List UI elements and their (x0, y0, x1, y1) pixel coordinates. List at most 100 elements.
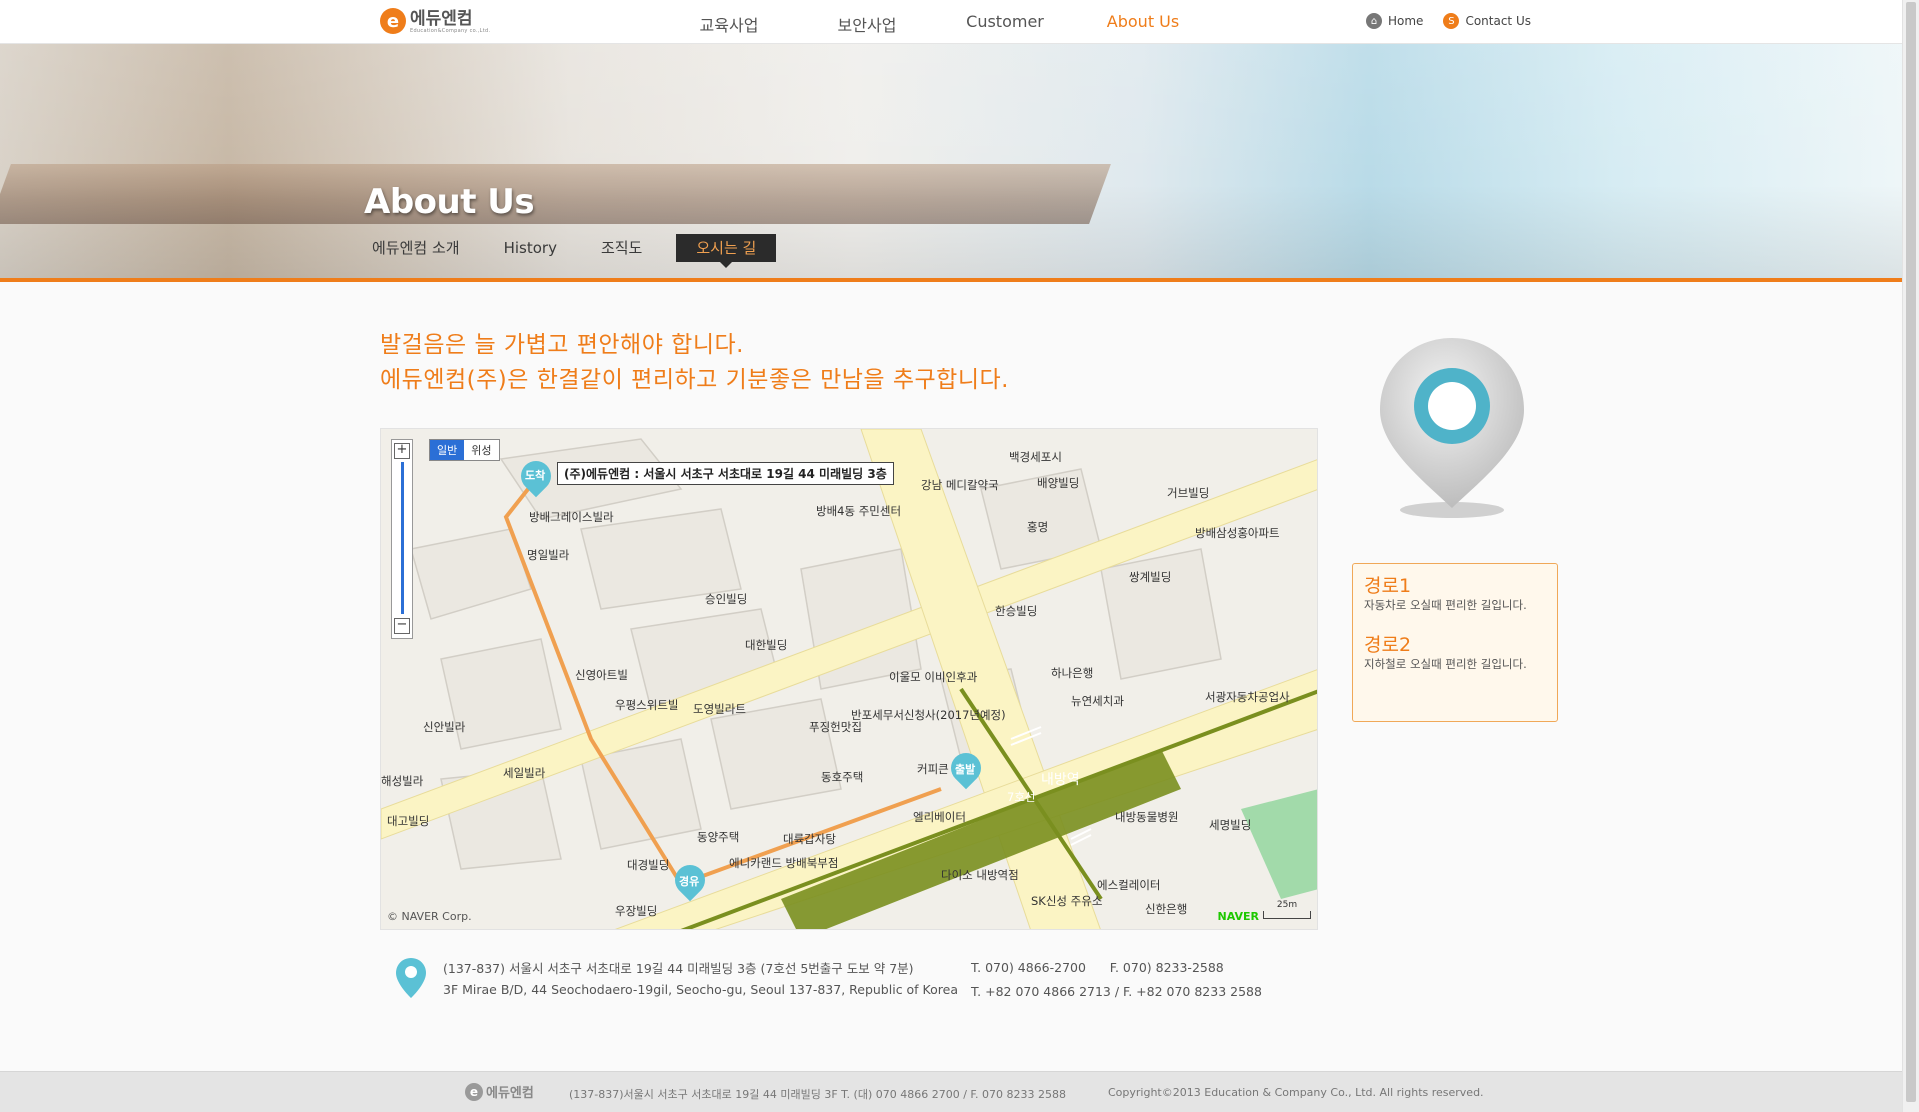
map-label: 홍명 (1027, 520, 1049, 534)
map-scale: 25m (1263, 901, 1311, 919)
map-copyright: © NAVER Corp. (387, 910, 472, 923)
headline-line-2: 에듀엔컴(주)은 한결같이 편리하고 기분좋은 만남을 추구합니다. (380, 367, 1009, 393)
map-label: 쌍계빌딩 (1129, 570, 1172, 584)
map-label: 대한빌딩 (745, 638, 788, 652)
nav-item-education[interactable]: 교육사업 (660, 12, 798, 36)
map-label: 동호주택 (821, 770, 864, 784)
headline-line-1: 발걸음은 늘 가볍고 편안해야 합니다. (380, 332, 744, 358)
map-label: 승인빌딩 (705, 592, 748, 606)
map-scale-label: 25m (1276, 900, 1298, 910)
sub-navigation: 에듀엔컴 소개 History 조직도 오시는 길 (362, 234, 800, 268)
map-label: 한승빌딩 (995, 604, 1038, 618)
map-label: 푸징헌맛집 (809, 720, 862, 734)
tab-directions[interactable]: 오시는 길 (676, 234, 777, 268)
tab-organization[interactable]: 조직도 (591, 234, 652, 262)
route-1-title[interactable]: 경로1 (1364, 574, 1546, 598)
map-label: 에스컬레이터 (1097, 878, 1161, 892)
map-label: 커피큰 (917, 762, 949, 776)
map-type-normal[interactable]: 일반 (430, 440, 465, 460)
logo-e-icon: e (380, 8, 406, 34)
home-icon: ⌂ (1366, 13, 1382, 29)
banner-divider (0, 278, 1902, 282)
map-label: 방배4동 주민센터 (816, 504, 902, 518)
home-link[interactable]: ⌂ Home (1366, 13, 1423, 29)
map-label: 신안빌라 (423, 720, 466, 734)
utility-nav: ⌂ Home S Contact Us (1366, 13, 1531, 29)
headline: 발걸음은 늘 가볍고 편안해야 합니다. 에듀엔컴(주)은 한결같이 편리하고 … (380, 328, 1009, 398)
map-label: 대륙갑자탕 (783, 832, 836, 846)
map-label: 이울모 이비인후과 (889, 670, 978, 684)
map-label: 세일빌라 (503, 766, 546, 780)
contact-link-label: Contact Us (1465, 14, 1531, 28)
map-label: 세명빌딩 (1209, 818, 1252, 832)
route-2-desc: 지하철로 오실때 편리한 길입니다. (1364, 657, 1527, 671)
main-nav: 교육사업 보안사업 Customer About Us (660, 12, 1212, 36)
map-label: 대경빌딩 (627, 858, 670, 872)
address-pin-icon (396, 958, 426, 998)
page-title: About Us (364, 182, 535, 222)
map-label: 신영아트빌 (575, 668, 628, 682)
map-label: 도영빌라트 (693, 702, 746, 716)
map-label: 하나은행 (1051, 666, 1094, 680)
map-label: 명일빌라 (527, 548, 570, 562)
brand-logo[interactable]: e 에듀엔컴 Education&Company co.,Ltd. (380, 8, 490, 34)
zoom-control: + − (391, 439, 413, 639)
footer-address: (137-837)서울시 서초구 서초대로 19길 44 미래빌딩 3F T. … (569, 1088, 1066, 1101)
map-label: 방배삼성홍아파트 (1195, 526, 1280, 540)
address-korean: (137-837) 서울시 서초구 서초대로 19길 44 미래빌딩 3층 (7… (443, 961, 914, 976)
tab-company-intro[interactable]: 에듀엔컴 소개 (362, 234, 470, 262)
nav-item-customer[interactable]: Customer (936, 12, 1074, 36)
via-pin-label: 경유 (679, 875, 700, 888)
logo-subtext: Education&Company co.,Ltd. (410, 27, 491, 34)
map-type-toggle: 일반 위성 (429, 439, 500, 461)
map-label: 배양빌딩 (1037, 476, 1080, 490)
logo-text: 에듀엔컴 (410, 8, 473, 29)
arrive-pin-label: 도착 (525, 469, 546, 482)
destination-tooltip: (주)에듀엔컴 : 서울시 서초구 서초대로 19길 44 미래빌딩 3층 (557, 462, 894, 485)
zoom-in-button[interactable]: + (394, 443, 410, 459)
map-label: 뉴연세치과 (1071, 694, 1124, 708)
banner-shade (0, 44, 1902, 278)
zoom-slider[interactable] (401, 462, 404, 614)
scrollbar-thumb[interactable] (1906, 2, 1916, 1102)
nav-item-about-us[interactable]: About Us (1074, 12, 1212, 36)
hero-banner: About Us 에듀엔컴 소개 History 조직도 오시는 길 (0, 44, 1902, 278)
zoom-out-button[interactable]: − (394, 618, 410, 634)
footer: e 에듀엔컴 (137-837)서울시 서초구 서초대로 19길 44 미래빌딩… (0, 1071, 1902, 1112)
footer-logo-text: 에듀엔컴 (486, 1086, 534, 1101)
top-navigation-bar: e 에듀엔컴 Education&Company co.,Ltd. 교육사업 보… (0, 0, 1902, 44)
nav-item-security[interactable]: 보안사업 (798, 12, 936, 36)
map-label: 거브빌딩 (1167, 486, 1210, 500)
naver-logo: NAVER (1217, 910, 1259, 923)
map-label: 우장빌딩 (615, 904, 658, 918)
location-map[interactable]: 방배그레이스빌라 명일빌라 방배4동 주민센터 강남 메디칼약국 백경세포시 배… (380, 428, 1318, 930)
location-pin-icon (1380, 338, 1524, 518)
route-2-title[interactable]: 경로2 (1364, 633, 1546, 657)
home-link-label: Home (1388, 14, 1424, 28)
map-label: 방배그레이스빌라 (529, 510, 614, 524)
phone-domestic: T. 070) 4866-2700 F. 070) 8233-2588 (971, 960, 1224, 975)
map-label: 강남 메디칼약국 (921, 478, 999, 492)
map-label: 내방동물병원 (1115, 810, 1179, 824)
map-label: 대고빌딩 (387, 814, 430, 828)
depart-pin-label: 출발 (955, 763, 976, 776)
map-label: 반포세무서신청사(2017년예정) (851, 708, 1006, 722)
map-label-station: 내방역 (1041, 772, 1080, 788)
map-label: 우평스위트빌 (615, 698, 679, 712)
contact-link[interactable]: S Contact Us (1443, 13, 1531, 29)
map-label: 에니카랜드 방배북부점 (729, 856, 839, 870)
map-label: 다이소 내방역점 (941, 868, 1019, 882)
map-label-line: 7호선 (1007, 790, 1036, 804)
map-type-satellite[interactable]: 위성 (464, 440, 499, 460)
route-info-box: 경로1 자동차로 오실때 편리한 길입니다. 경로2 지하철로 오실때 편리한 … (1352, 563, 1558, 722)
phone-international: T. +82 070 4866 2713 / F. +82 070 8233 2… (971, 984, 1262, 999)
tab-history[interactable]: History (494, 234, 567, 262)
footer-logo[interactable]: e 에듀엔컴 (465, 1082, 534, 1101)
contact-icon: S (1443, 13, 1460, 29)
route-1-desc: 자동차로 오실때 편리한 길입니다. (1364, 598, 1527, 612)
vertical-scrollbar[interactable] (1902, 0, 1919, 1112)
map-label: 엘리베이터 (913, 810, 966, 824)
footer-logo-icon: e (465, 1082, 483, 1101)
map-label: 서광자동차공업사 (1205, 690, 1290, 704)
address-english: 3F Mirae B/D, 44 Seochodaero-19gil, Seoc… (443, 982, 958, 997)
